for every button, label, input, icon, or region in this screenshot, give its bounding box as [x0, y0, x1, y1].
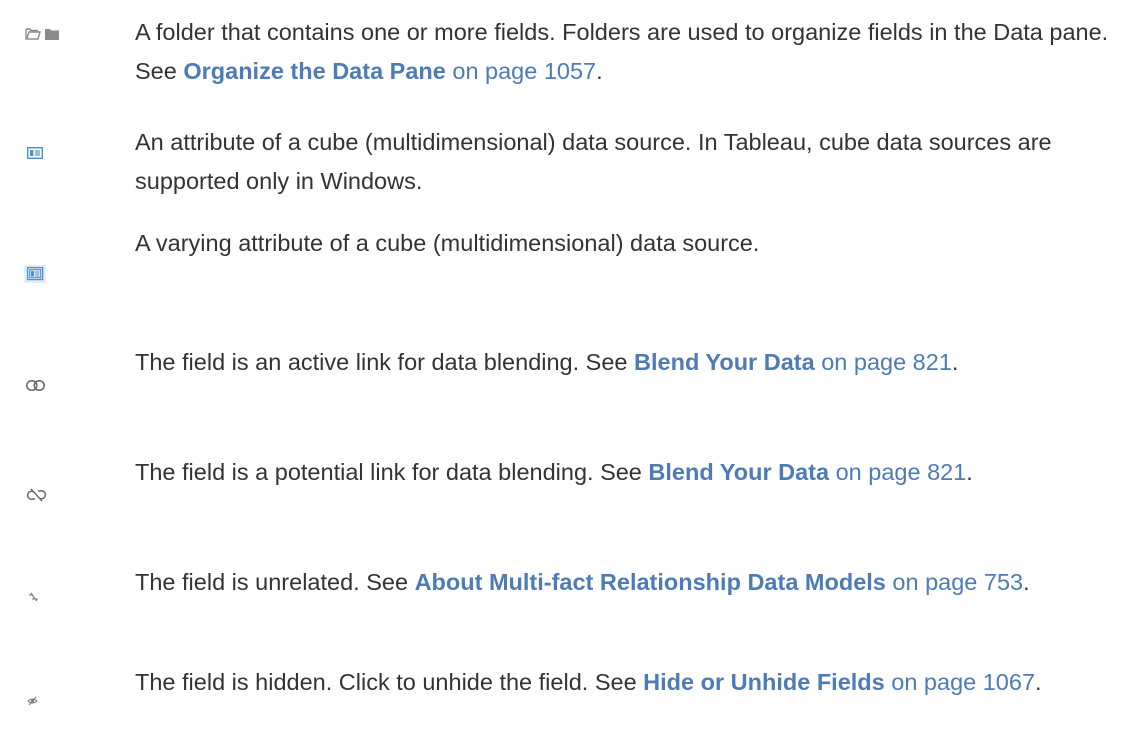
link-page: on page 1057 — [445, 58, 597, 84]
link-title: Blend Your Data — [634, 349, 815, 375]
list-item: The field is a potential link for data b… — [0, 440, 1135, 510]
description-end: . — [966, 459, 973, 485]
link-page: on page 821 — [814, 349, 952, 375]
link-blend-your-data[interactable]: Blend Your Data on page 821 — [648, 459, 966, 485]
item-description: An attribute of a cube (multidimensional… — [135, 123, 1125, 201]
item-description: The field is unrelated. See About Multi-… — [135, 563, 1125, 602]
link-page: on page 753 — [885, 569, 1024, 595]
list-item: The field is hidden. Click to unhide the… — [0, 650, 1135, 751]
description-end: . — [951, 349, 959, 375]
link-organize-data-pane[interactable]: Organize the Data Pane on page 1057 — [183, 58, 596, 84]
cube-attribute-icon — [26, 146, 44, 160]
link-blend-your-data[interactable]: Blend Your Data on page 821 — [634, 349, 952, 375]
link-page: on page 1067 — [884, 669, 1036, 695]
description-text: A varying attribute of a cube (multidime… — [135, 230, 760, 256]
link-page: on page 821 — [829, 459, 967, 485]
description-end: . — [596, 58, 603, 84]
unrelated-field-icon — [28, 592, 38, 602]
item-description: A varying attribute of a cube (multidime… — [135, 224, 1125, 263]
list-item: A varying attribute of a cube (multidime… — [0, 215, 1135, 295]
link-multi-fact-relationship[interactable]: About Multi-fact Relationship Data Model… — [415, 569, 1024, 595]
list-item: The field is unrelated. See About Multi-… — [0, 550, 1135, 650]
item-description: The field is a potential link for data b… — [135, 453, 1125, 492]
description-text: The field is a potential link for data b… — [135, 459, 649, 485]
varying-attribute-icon — [24, 265, 46, 283]
list-item: An attribute of a cube (multidimensional… — [0, 110, 1135, 210]
link-hide-unhide-fields[interactable]: Hide or Unhide Fields on page 1067 — [643, 669, 1035, 695]
link-title: Hide or Unhide Fields — [643, 669, 885, 695]
list-item: The field is an active link for data ble… — [0, 330, 1135, 400]
item-description: A folder that contains one or more field… — [135, 13, 1125, 91]
description-text: The field is an active link for data ble… — [135, 349, 635, 375]
folder-open-icon — [25, 27, 41, 40]
description-text: An attribute of a cube (multidimensional… — [135, 129, 1052, 194]
potential-link-icon — [26, 488, 47, 502]
hidden-field-icon — [27, 696, 38, 706]
item-description: The field is hidden. Click to unhide the… — [135, 663, 1125, 702]
description-end: . — [1023, 569, 1030, 595]
description-text: The field is hidden. Click to unhide the… — [135, 669, 644, 695]
link-title: About Multi-fact Relationship Data Model… — [414, 569, 886, 595]
link-title: Organize the Data Pane — [183, 58, 446, 84]
description-text: The field is unrelated. See — [135, 569, 415, 595]
list-item: A folder that contains one or more field… — [0, 0, 1135, 100]
description-end: . — [1035, 669, 1042, 695]
item-description: The field is an active link for data ble… — [135, 343, 1125, 382]
link-title: Blend Your Data — [648, 459, 830, 485]
folder-icon — [45, 28, 59, 40]
active-link-icon — [26, 380, 45, 391]
